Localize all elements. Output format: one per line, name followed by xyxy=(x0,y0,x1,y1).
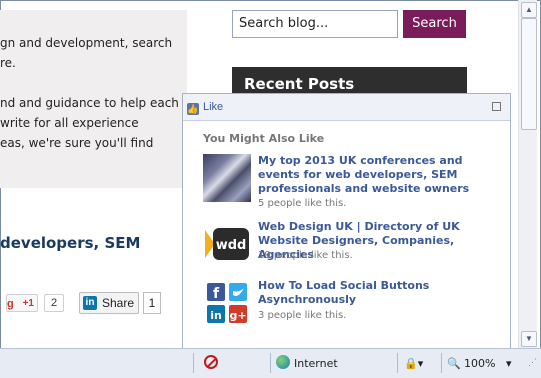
protected-mode-icon[interactable]: 🔒▾ xyxy=(404,357,423,370)
security-zone[interactable]: Internet xyxy=(294,357,338,370)
recommendation-item[interactable]: My top 2013 UK conferences and events fo… xyxy=(203,154,493,214)
linkedin-icon: in xyxy=(83,296,97,310)
intro-text-line: write for all experience xyxy=(0,116,139,130)
status-divider xyxy=(441,353,442,373)
linkedin-count: 1 xyxy=(143,292,161,314)
zoom-icon[interactable]: 🔍 xyxy=(447,357,461,370)
thumbs-up-icon: 👍 xyxy=(187,103,199,115)
recommendation-title[interactable]: How To Load Social Buttons Asynchronousl… xyxy=(258,279,503,307)
recommendation-likes: 3 people like this. xyxy=(258,310,347,321)
like-button[interactable]: 👍 Like xyxy=(187,98,223,116)
linkedin-share-label: Share xyxy=(102,296,135,310)
intro-text-line: re. xyxy=(0,56,16,70)
scroll-down-icon[interactable]: ▼ xyxy=(521,331,537,347)
svg-text:f: f xyxy=(213,286,220,302)
svg-text:wdd: wdd xyxy=(216,238,247,253)
intro-text-line: eas, we're sure you'll find xyxy=(0,136,154,150)
scroll-thumb[interactable] xyxy=(521,18,537,130)
gplus-button[interactable]: g +1 xyxy=(6,294,38,312)
facebook-recommendations-popup: 👍 Like You Might Also Like My top 2013 UK… xyxy=(182,93,511,349)
wdd-logo-thumbnail[interactable]: wdd xyxy=(203,220,251,268)
linkedin-share-button[interactable]: in Share xyxy=(79,292,139,314)
intro-text-line: nd and guidance to help each of xyxy=(0,96,195,110)
recommendation-likes: 5 people like this. xyxy=(258,198,347,209)
popup-header: 👍 Like xyxy=(183,94,510,121)
social-buttons-thumbnail[interactable]: f in g+ xyxy=(203,279,251,327)
svg-text:in: in xyxy=(210,309,222,322)
conference-photo-thumbnail[interactable] xyxy=(203,154,251,202)
zoom-dropdown-icon[interactable]: ▾ xyxy=(506,357,512,370)
search-input[interactable]: Search blog... xyxy=(232,10,398,38)
vertical-scrollbar[interactable]: ▲ ▼ xyxy=(518,0,537,348)
recommendation-likes: 19 people like this. xyxy=(258,250,353,261)
intro-panel: gn and development, search re. nd and gu… xyxy=(0,10,194,188)
recommendation-item[interactable]: wdd Web Design UK | Directory of UK Webs… xyxy=(203,220,493,270)
gplus-icon: g xyxy=(7,298,14,310)
status-bar: Internet 🔒▾ 🔍 100% ▾ ⋰ xyxy=(0,348,541,378)
svg-text:g+: g+ xyxy=(229,309,246,322)
popup-blocked-icon[interactable] xyxy=(204,355,218,369)
recent-posts-title: Recent Posts xyxy=(232,67,467,95)
zoom-level[interactable]: 100% xyxy=(464,357,495,370)
resize-grip-icon[interactable]: ⋰ xyxy=(528,357,537,368)
recommendation-item[interactable]: f in g+ How To Load Social Buttons Async… xyxy=(203,279,493,329)
status-divider xyxy=(397,353,398,373)
section-title: You Might Also Like xyxy=(203,132,325,145)
gplus-count: 2 xyxy=(44,294,64,312)
intro-text-line: gn and development, search xyxy=(0,36,173,50)
post-heading[interactable]: developers, SEM xyxy=(0,234,140,252)
scroll-up-icon[interactable]: ▲ xyxy=(521,2,537,18)
recommendation-title[interactable]: My top 2013 UK conferences and events fo… xyxy=(258,154,503,196)
status-divider xyxy=(193,353,194,373)
status-divider xyxy=(270,353,271,373)
like-label: Like xyxy=(203,101,224,113)
search-button[interactable]: Search xyxy=(403,10,466,38)
gplus-label: +1 xyxy=(22,298,34,309)
expand-icon[interactable] xyxy=(492,102,501,111)
globe-icon xyxy=(276,355,290,369)
